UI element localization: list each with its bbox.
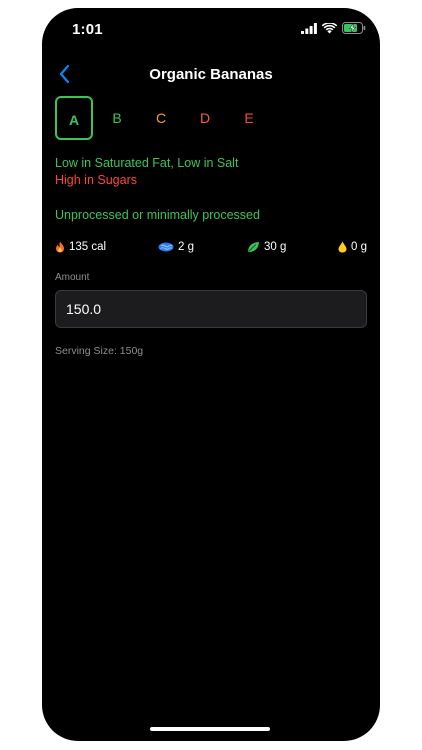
grade-c[interactable]: C xyxy=(143,96,179,140)
calories-macro: 135 cal xyxy=(55,241,106,253)
fat-drop-icon xyxy=(338,241,347,253)
battery-charging-icon xyxy=(342,22,366,34)
carbs-value: 30 g xyxy=(264,241,287,253)
status-bar: 1:01 xyxy=(42,8,380,52)
grade-a[interactable]: A xyxy=(55,96,93,140)
protein-macro: 2 g xyxy=(158,241,194,253)
calories-value: 135 cal xyxy=(69,241,107,253)
home-indicator[interactable] xyxy=(150,727,270,731)
status-time: 1:01 xyxy=(72,21,103,38)
high-nutrients-text: High in Sugars xyxy=(55,173,137,187)
amount-input[interactable]: 150.0 xyxy=(55,290,367,328)
protein-value: 2 g xyxy=(178,241,194,253)
phone-screen: 1:01 Organic Bananas A B C D E Low in Sa… xyxy=(42,8,380,741)
carbs-leaf-icon xyxy=(248,242,259,252)
fat-macro: 0 g xyxy=(338,241,367,253)
fat-value: 0 g xyxy=(351,241,367,253)
processing-level-text: Unprocessed or minimally processed xyxy=(55,208,260,222)
status-icons xyxy=(301,22,366,34)
carbs-macro: 30 g xyxy=(247,241,286,253)
navigation-bar: Organic Bananas xyxy=(42,54,380,94)
wifi-icon xyxy=(322,22,337,33)
amount-label: Amount xyxy=(55,272,90,283)
grade-d[interactable]: D xyxy=(187,96,223,140)
low-nutrients-text: Low in Saturated Fat, Low in Salt xyxy=(55,156,239,170)
protein-icon xyxy=(158,242,174,252)
macros-row: 135 cal 2 g 30 g 0 g xyxy=(55,241,368,259)
cellular-signal-icon xyxy=(301,22,317,34)
flame-icon xyxy=(56,241,64,253)
serving-size-text: Serving Size: 150g xyxy=(55,345,144,357)
page-title: Organic Bananas xyxy=(149,66,273,83)
nutri-score-selector: A B C D E xyxy=(55,96,375,140)
grade-b[interactable]: B xyxy=(99,96,135,140)
grade-e[interactable]: E xyxy=(231,96,267,140)
amount-value: 150.0 xyxy=(66,301,102,317)
